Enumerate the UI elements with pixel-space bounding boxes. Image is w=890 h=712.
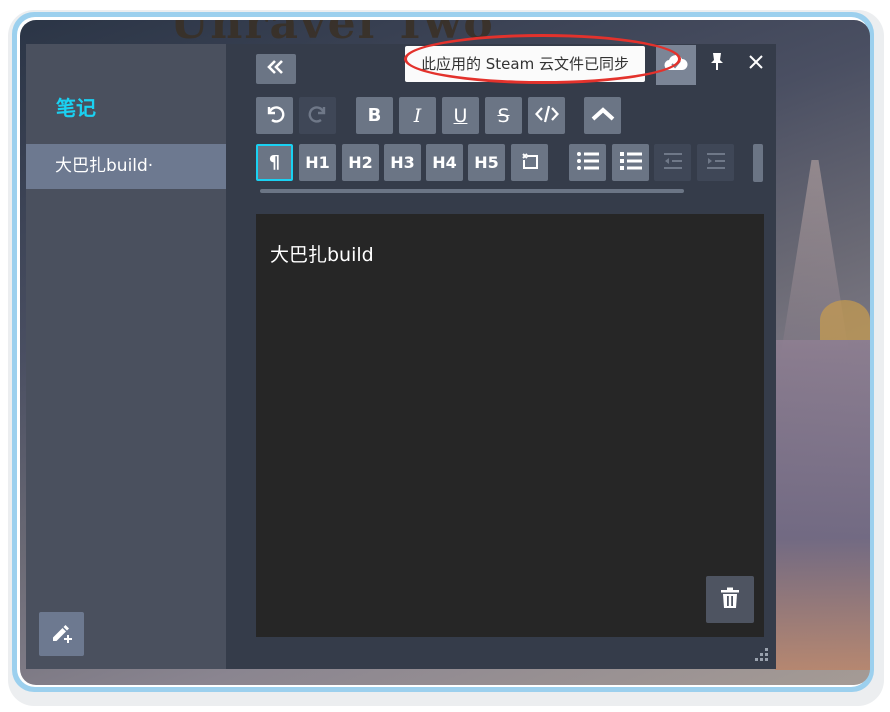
undo-button[interactable]	[256, 97, 293, 134]
notes-overlay: 笔记 大巴扎build· B I U S ¶ H1 H2 H3 H4 H5 大巴…	[26, 44, 776, 669]
heading3-button[interactable]: H3	[384, 144, 421, 181]
outdent-icon	[662, 151, 684, 175]
background-dome	[820, 300, 870, 340]
bold-button[interactable]: B	[356, 97, 393, 134]
heading1-button[interactable]: H1	[299, 144, 336, 181]
toolbar-horizontal-scrollbar[interactable]	[260, 189, 684, 193]
note-editor[interactable]: 大巴扎build	[256, 214, 764, 637]
notes-sidebar: 笔记 大巴扎build·	[26, 44, 226, 669]
pencil-plus-icon	[50, 620, 74, 648]
code-button[interactable]	[528, 97, 565, 134]
italic-button[interactable]: I	[399, 97, 436, 134]
numbered-list-button[interactable]	[612, 144, 649, 181]
editor-area: B I U S ¶ H1 H2 H3 H4 H5 大巴扎build	[226, 44, 776, 669]
heading4-button[interactable]: H4	[426, 144, 463, 181]
paragraph-button[interactable]: ¶	[256, 144, 293, 181]
new-note-button[interactable]	[39, 612, 84, 656]
quote-icon	[519, 150, 541, 176]
indent-icon	[705, 151, 727, 175]
note-list-item[interactable]: 大巴扎build·	[26, 144, 226, 189]
quote-button[interactable]	[511, 144, 548, 181]
chevron-up-icon	[591, 106, 615, 126]
redo-icon	[307, 103, 329, 129]
indent-button[interactable]	[697, 144, 734, 181]
close-icon	[748, 54, 764, 74]
heading2-button[interactable]: H2	[342, 144, 379, 181]
sidebar-title: 笔记	[56, 96, 96, 120]
collapse-sidebar-button[interactable]	[256, 54, 296, 84]
code-icon	[534, 104, 559, 128]
trash-icon	[720, 587, 740, 613]
close-button[interactable]	[740, 48, 772, 80]
background-building	[775, 340, 870, 670]
collapse-toolbar-button[interactable]	[584, 97, 621, 134]
outdent-button[interactable]	[654, 144, 691, 181]
annotation-highlight-circle	[404, 34, 681, 84]
numbered-list-icon	[619, 150, 643, 176]
resize-grip-icon[interactable]	[751, 646, 771, 666]
undo-icon	[264, 103, 286, 129]
heading5-button[interactable]: H5	[468, 144, 505, 181]
bulleted-list-button[interactable]	[569, 144, 606, 181]
redo-button[interactable]	[299, 97, 336, 134]
double-chevron-left-icon	[266, 59, 286, 79]
toolbar-vertical-scrollbar[interactable]	[753, 144, 763, 182]
note-content[interactable]: 大巴扎build	[270, 240, 374, 267]
pin-button[interactable]	[702, 48, 732, 80]
underline-button[interactable]: U	[442, 97, 479, 134]
strikethrough-button[interactable]: S	[485, 97, 522, 134]
pin-icon	[709, 52, 725, 76]
delete-note-button[interactable]	[706, 576, 754, 623]
bulleted-list-icon	[576, 150, 600, 176]
